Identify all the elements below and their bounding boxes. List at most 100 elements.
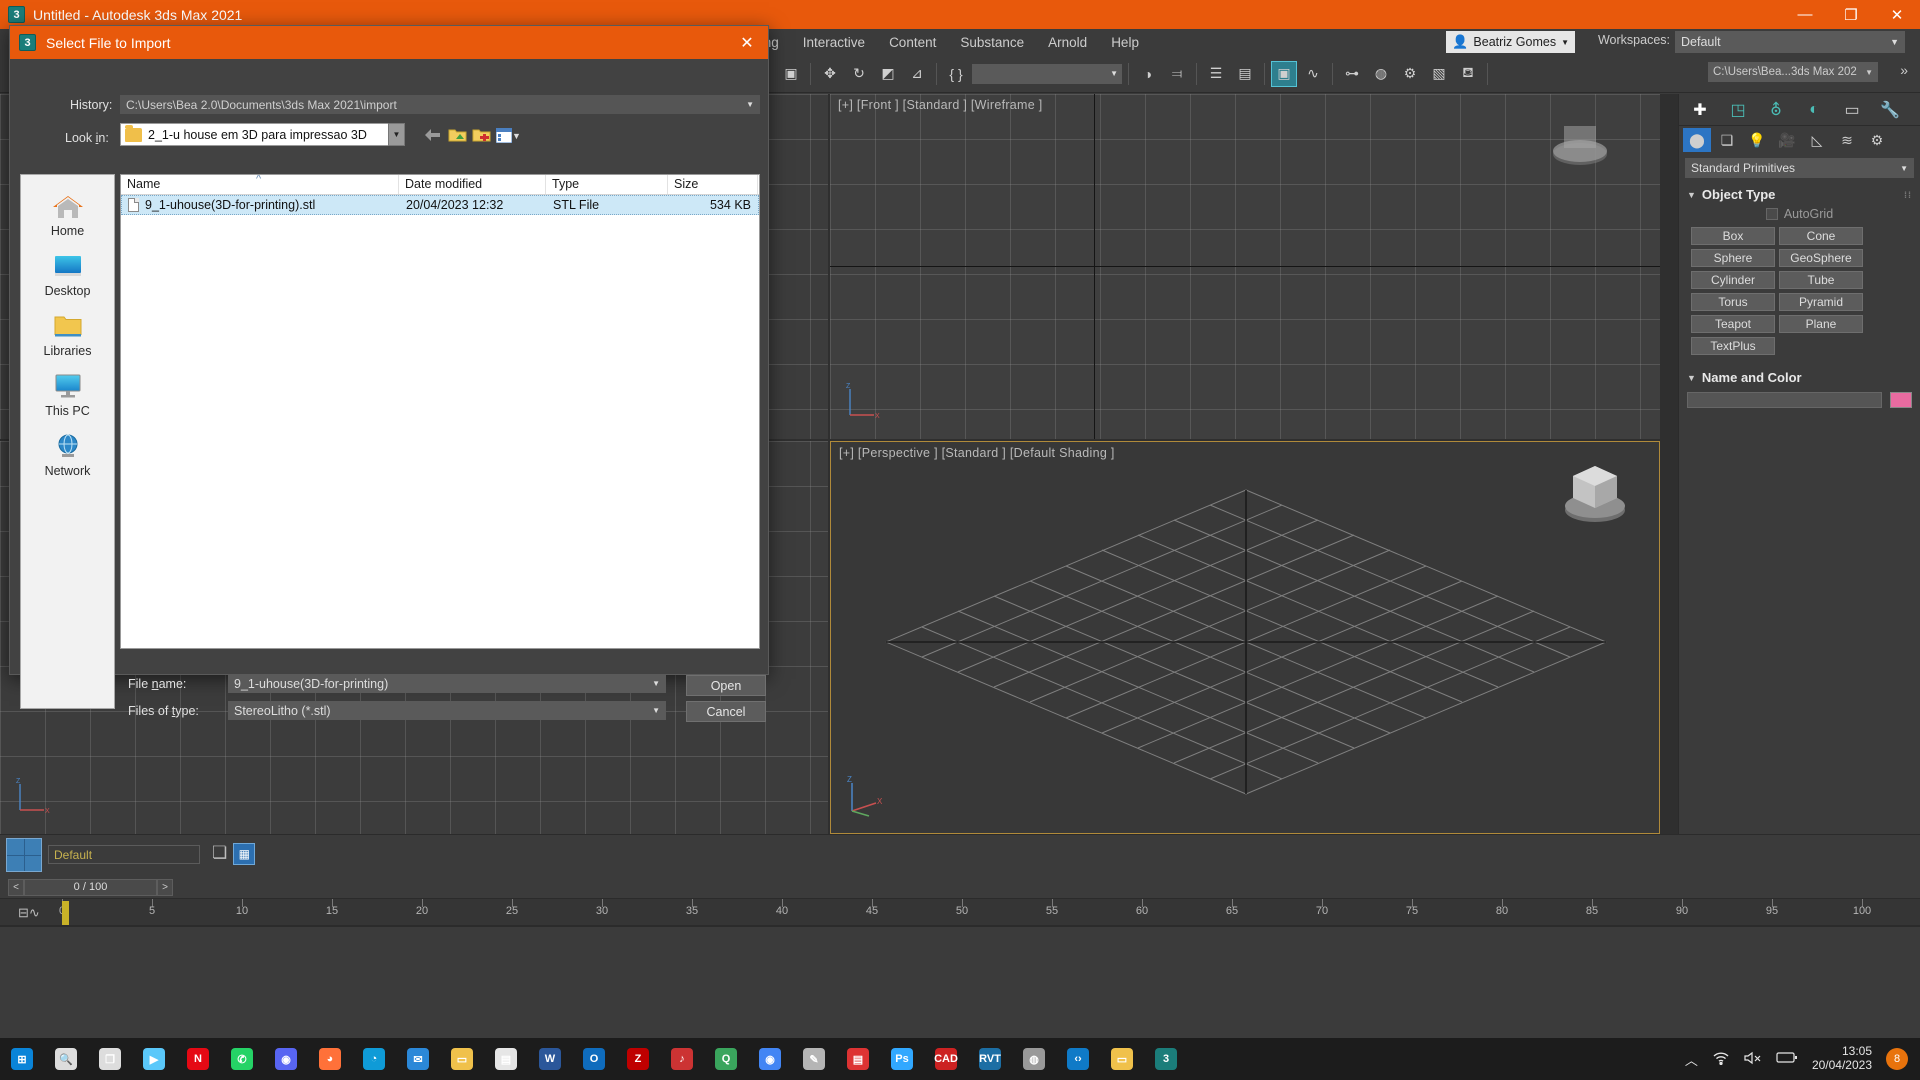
rhino-icon[interactable]: ◍ — [1012, 1038, 1056, 1080]
revit-icon[interactable]: RVT — [968, 1038, 1012, 1080]
cancel-button[interactable]: Cancel — [686, 701, 766, 722]
move-icon[interactable]: ✥ — [817, 61, 843, 87]
align-icon[interactable]: ⫤ — [1164, 61, 1190, 87]
layer-select[interactable]: Default — [48, 845, 200, 864]
filename-combo[interactable]: 9_1-uhouse(3D-for-printing) ▼ — [228, 674, 666, 693]
place-libraries[interactable]: Libraries — [21, 305, 114, 365]
cone-button[interactable]: Cone — [1779, 227, 1863, 245]
new-folder-icon[interactable] — [471, 125, 491, 145]
column-date-modified[interactable]: Date modified — [399, 175, 546, 194]
autogrid-checkbox[interactable] — [1765, 208, 1778, 220]
discord-icon[interactable]: ◉ — [264, 1038, 308, 1080]
box-button[interactable]: Box — [1691, 227, 1775, 245]
media-player-icon[interactable]: ▶ — [132, 1038, 176, 1080]
up-folder-icon[interactable] — [447, 125, 467, 145]
minimize-button[interactable]: — — [1782, 0, 1828, 29]
volume-muted-icon[interactable] — [1744, 1051, 1762, 1068]
view-cube-icon[interactable] — [1548, 112, 1612, 170]
open-button[interactable]: Open — [686, 675, 766, 696]
explorer2-icon[interactable]: ▭ — [1100, 1038, 1144, 1080]
curve-editor-icon[interactable]: ∿ — [1300, 61, 1326, 87]
track-view-icon[interactable]: ⊟∿ — [18, 905, 40, 921]
systems-subtab[interactable]: ⚙ — [1863, 128, 1891, 152]
utilities-tab[interactable]: 🔧 — [1871, 95, 1909, 125]
placement-icon[interactable]: ⊿ — [904, 61, 930, 87]
vscode-icon[interactable]: ‹› — [1056, 1038, 1100, 1080]
file-list[interactable]: Name Date modified Type Size ^ 9_1-uhous… — [120, 174, 760, 649]
photoshop-icon[interactable]: Ps — [880, 1038, 924, 1080]
chrome-icon[interactable]: ◉ — [748, 1038, 792, 1080]
render-frame-icon[interactable]: ▧ — [1426, 61, 1452, 87]
plane-button[interactable]: Plane — [1779, 315, 1863, 333]
scale-icon[interactable]: ◩ — [875, 61, 901, 87]
shapes-subtab[interactable]: ❏ — [1713, 128, 1741, 152]
start-button[interactable]: ⊞ — [0, 1038, 44, 1080]
render-production-icon[interactable]: ⛾ — [1455, 61, 1481, 87]
lookin-dropdown-button[interactable]: ▼ — [388, 123, 405, 146]
filezilla-icon[interactable]: Z — [616, 1038, 660, 1080]
mini-listener-toggle[interactable] — [6, 838, 42, 872]
geometry-subtab[interactable]: ⬤ — [1683, 128, 1711, 152]
lights-subtab[interactable]: 💡 — [1743, 128, 1771, 152]
taskview-icon[interactable]: ❐ — [88, 1038, 132, 1080]
modify-tab[interactable]: ◳ — [1719, 95, 1757, 125]
show-hidden-icons-icon[interactable]: ︿ — [1685, 1050, 1698, 1069]
toolbar-overflow-icon[interactable]: » — [1900, 62, 1908, 78]
object-type-header[interactable]: ▼ Object Type ⁞⁞ — [1685, 184, 1914, 205]
search-icon[interactable]: 🔍 — [44, 1038, 88, 1080]
timeline-ruler[interactable]: 0510152025303540455055606570758085909510… — [0, 898, 1920, 926]
mail-icon[interactable]: ✉ — [396, 1038, 440, 1080]
cylinder-button[interactable]: Cylinder — [1691, 271, 1775, 289]
user-account-button[interactable]: 👤 Beatriz Gomes ▼ — [1446, 31, 1575, 53]
object-color-swatch[interactable] — [1890, 392, 1912, 408]
name-and-color-header[interactable]: ▼ Name and Color — [1685, 367, 1914, 388]
material-editor-icon[interactable]: ◍ — [1368, 61, 1394, 87]
place-desktop[interactable]: Desktop — [21, 245, 114, 305]
named-selection-sets-combo[interactable]: ▼ — [972, 63, 1122, 84]
place-home[interactable]: Home — [21, 185, 114, 245]
history-combo[interactable]: C:\Users\Bea 2.0\Documents\3ds Max 2021\… — [120, 95, 760, 114]
workspace-select[interactable]: Default ▼ — [1675, 31, 1905, 53]
prev-frame-button[interactable]: < — [8, 878, 24, 896]
table-row[interactable]: 9_1-uhouse(3D-for-printing).stl 20/04/20… — [121, 195, 759, 215]
frame-counter[interactable]: 0 / 100 — [24, 878, 157, 896]
edge-icon[interactable]: ◔ — [352, 1038, 396, 1080]
menu-item-content[interactable]: Content — [877, 32, 948, 53]
paint-icon[interactable]: ✎ — [792, 1038, 836, 1080]
layer-manager-icon[interactable]: ▦ — [233, 843, 256, 865]
3dsmax-icon[interactable]: 3 — [1144, 1038, 1188, 1080]
sphere-button[interactable]: Sphere — [1691, 249, 1775, 267]
dialog-close-button[interactable]: ✕ — [726, 26, 768, 59]
pdf-icon[interactable]: ▤ — [836, 1038, 880, 1080]
create-tab[interactable]: ✚ — [1681, 95, 1719, 125]
reference-coordinate-icon[interactable]: { } — [943, 61, 969, 87]
notification-badge[interactable]: 8 — [1886, 1048, 1908, 1070]
torus-button[interactable]: Torus — [1691, 293, 1775, 311]
mirror-icon[interactable]: ◑ — [1135, 61, 1161, 87]
pyramid-button[interactable]: Pyramid — [1779, 293, 1863, 311]
textplus-button[interactable]: TextPlus — [1691, 337, 1775, 355]
file-explorer-icon[interactable]: ▭ — [440, 1038, 484, 1080]
helpers-subtab[interactable]: ◺ — [1803, 128, 1831, 152]
wifi-icon[interactable] — [1712, 1051, 1730, 1068]
layer-explorer-icon[interactable]: ▤ — [1232, 61, 1258, 87]
menu-item-interactive[interactable]: Interactive — [791, 32, 877, 53]
hierarchy-tab[interactable]: ⛢ — [1757, 95, 1795, 125]
filetype-combo[interactable]: StereoLitho (*.stl) ▼ — [228, 701, 666, 720]
column-size[interactable]: Size — [668, 175, 758, 194]
object-name-input[interactable] — [1687, 392, 1882, 408]
select-region-icon[interactable]: ▣ — [778, 61, 804, 87]
tube-button[interactable]: Tube — [1779, 271, 1863, 289]
viewport-perspective[interactable]: [+] [Perspective ] [Standard ] [Default … — [830, 441, 1660, 834]
outlook-icon[interactable]: O — [572, 1038, 616, 1080]
next-frame-button[interactable]: > — [157, 878, 173, 896]
viewport-perspective-label[interactable]: [+] [Perspective ] [Standard ] [Default … — [839, 446, 1115, 460]
word-icon[interactable]: W — [528, 1038, 572, 1080]
maximize-button[interactable]: ❐ — [1828, 0, 1874, 29]
autogrid-checkbox-row[interactable]: AutoGrid — [1685, 205, 1914, 227]
scene-explorer-icon[interactable]: ☰ — [1203, 61, 1229, 87]
back-icon[interactable] — [422, 125, 442, 145]
view-mode-icon[interactable] — [494, 125, 514, 145]
viewport-front-label[interactable]: [+] [Front ] [Standard ] [Wireframe ] — [838, 98, 1043, 112]
time-slider-handle[interactable] — [62, 901, 69, 925]
